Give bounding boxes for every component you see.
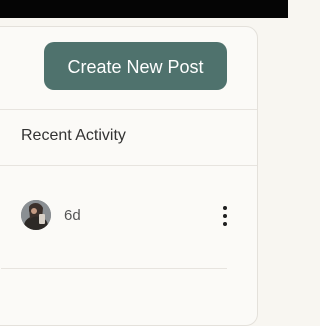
menu-dot-top [223,206,227,210]
avatar-image [21,200,51,230]
page: Create New Post Recent Activity 6d [0,18,288,326]
activity-time: 6d [64,207,81,224]
section-title: Recent Activity [21,127,126,144]
more-vertical-icon[interactable] [215,200,235,232]
activity-divider [1,268,227,269]
menu-dot-middle [223,214,227,218]
top-strip [0,0,288,18]
user-avatar[interactable] [21,200,51,230]
activity-card: Create New Post Recent Activity 6d [0,26,258,326]
card-header: Create New Post [0,27,257,110]
activity-item[interactable]: 6d [0,166,257,258]
section-title-row: Recent Activity [0,110,257,166]
menu-dot-bottom [223,222,227,226]
create-new-post-button[interactable]: Create New Post [44,42,227,90]
